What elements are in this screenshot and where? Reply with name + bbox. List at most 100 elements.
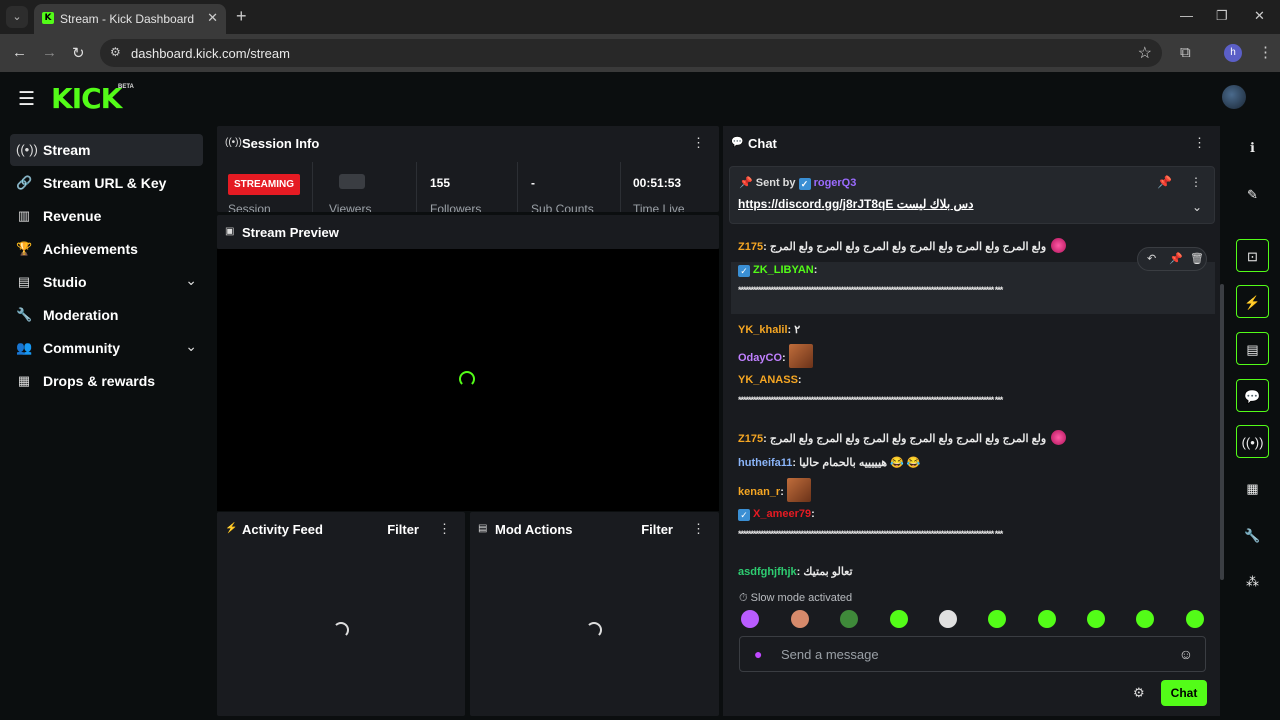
community-icon[interactable]: ⁂: [1236, 565, 1269, 598]
emote-icon[interactable]: [741, 610, 759, 628]
profile-avatar[interactable]: h: [1224, 44, 1242, 62]
screen-capture-icon[interactable]: ⊡: [1236, 239, 1269, 272]
studio-icon: ▤: [17, 274, 31, 289]
reply-icon[interactable]: ↶: [1147, 252, 1156, 265]
filter-button[interactable]: Filter: [387, 522, 419, 537]
microphone-icon[interactable]: ●: [754, 646, 762, 662]
hamburger-menu-icon[interactable]: ☰: [18, 88, 35, 111]
sidebar-item-drops-rewards[interactable]: ▦ Drops & rewards: [10, 365, 203, 397]
kick-logo[interactable]: KICK: [51, 82, 122, 115]
chat-message[interactable]: ✓ ZK_LIBYAN: ****************************…: [731, 262, 1215, 314]
pin-icon[interactable]: 📌: [1157, 175, 1172, 189]
more-options-icon[interactable]: ⋮: [692, 135, 705, 151]
document-icon[interactable]: ▤: [1236, 332, 1269, 365]
slow-mode-notice: ⏱ Slow mode activated: [739, 592, 853, 604]
chat-username[interactable]: X_ameer79: [753, 508, 811, 520]
chat-message[interactable]: kenan_r:: [738, 478, 1208, 502]
sidebar-item-community[interactable]: 👥 Community ⌄: [10, 332, 203, 364]
delete-icon[interactable]: 🗑: [1190, 252, 1204, 265]
stat-value: -: [531, 176, 535, 190]
new-tab-button[interactable]: +: [236, 6, 247, 27]
tab-search-button[interactable]: ⌄: [6, 6, 28, 28]
emote-icon[interactable]: [1136, 610, 1154, 628]
browser-tab[interactable]: K Stream - Kick Dashboard ✕: [34, 4, 226, 34]
filter-button[interactable]: Filter: [641, 522, 673, 537]
maximize-button[interactable]: ❐: [1216, 8, 1228, 24]
chart-icon: ▥: [17, 208, 31, 223]
emote-icon[interactable]: [1186, 610, 1204, 628]
more-options-icon[interactable]: ⋮: [1190, 175, 1202, 189]
forward-button[interactable]: →: [42, 44, 57, 61]
sidebar-item-stream[interactable]: ((•)) Stream: [10, 134, 203, 166]
chat-username[interactable]: ZK_LIBYAN: [753, 264, 814, 276]
chat-bubble-icon[interactable]: 💬: [1236, 379, 1269, 412]
chat-username[interactable]: asdfghjfhjk: [738, 566, 797, 578]
trophy-icon: 🏆: [16, 241, 33, 256]
browser-menu-icon[interactable]: ⋮: [1258, 43, 1273, 61]
sidebar-item-studio[interactable]: ▤ Studio ⌄: [10, 266, 203, 298]
sidebar-item-moderation[interactable]: 🔧 Moderation: [10, 299, 203, 331]
chat-username[interactable]: YK_khalil: [738, 324, 788, 336]
sidebar-item-revenue[interactable]: ▥ Revenue: [10, 200, 203, 232]
broadcast-icon[interactable]: ((•)): [1236, 425, 1269, 458]
edit-icon[interactable]: ✎: [1236, 178, 1269, 211]
more-options-icon[interactable]: ⋮: [692, 521, 705, 537]
chat-message[interactable]: YK_khalil: ٢: [738, 322, 1208, 338]
sidebar-item-label: Revenue: [43, 208, 102, 224]
pinned-link[interactable]: https://discord.gg/j8rJT8qE دس بلاك ليست: [738, 197, 974, 211]
stream-preview-video[interactable]: [217, 249, 719, 511]
pinned-username[interactable]: rogerQ3: [814, 177, 857, 189]
chat-text: ****************************************…: [738, 395, 1003, 405]
close-window-button[interactable]: ✕: [1254, 8, 1265, 24]
chat-message[interactable]: hutheifa11: هيييييه بالحمام حاليا 😂 😂: [738, 455, 1208, 471]
chat-settings-icon[interactable]: ⚙: [1133, 685, 1145, 701]
sidebar-item-label: Community: [43, 340, 120, 356]
chat-message[interactable]: ✓ X_ameer79: ****************************…: [738, 506, 1208, 542]
chevron-down-icon[interactable]: ⌄: [1192, 200, 1202, 214]
address-bar[interactable]: ⚙ dashboard.kick.com/stream ☆: [100, 39, 1162, 67]
sidebar-item-achievements[interactable]: 🏆 Achievements: [10, 233, 203, 265]
chat-username[interactable]: Z175: [738, 433, 763, 445]
sidebar-item-stream-url-key[interactable]: 🔗 Stream URL & Key: [10, 167, 203, 199]
user-avatar[interactable]: [1222, 85, 1246, 109]
chat-text: تعالو بمتيك: [803, 566, 853, 578]
info-icon[interactable]: ℹ: [1236, 131, 1269, 164]
chat-message[interactable]: asdfghjfhjk: تعالو بمتيك: [738, 564, 1208, 580]
chat-username[interactable]: Z175: [738, 241, 763, 253]
emote-icon[interactable]: [1038, 610, 1056, 628]
emote-icon[interactable]: [840, 610, 858, 628]
emote-icon[interactable]: [1087, 610, 1105, 628]
chat-message[interactable]: YK_ANASS: ******************************…: [738, 372, 1208, 408]
bolt-icon[interactable]: ⚡: [1236, 285, 1269, 318]
chat-username[interactable]: hutheifa11: [738, 457, 792, 469]
beta-label: BETA: [118, 84, 134, 90]
emote-icon[interactable]: [791, 610, 809, 628]
emoji-picker-icon[interactable]: ☺: [1179, 646, 1193, 662]
more-options-icon[interactable]: ⋮: [438, 521, 451, 537]
reload-button[interactable]: ↻: [72, 44, 85, 62]
layout-icon[interactable]: ▦: [1236, 472, 1269, 505]
chat-username[interactable]: YK_ANASS: [738, 374, 798, 386]
emote-icon[interactable]: [988, 610, 1006, 628]
chat-message[interactable]: Z175: ولع المرج ولع المرج ولع المرج ولع …: [738, 430, 1208, 447]
send-chat-button[interactable]: Chat: [1161, 680, 1207, 706]
chat-scrollbar[interactable]: [1220, 284, 1224, 580]
more-options-icon[interactable]: ⋮: [1193, 135, 1206, 151]
site-info-icon[interactable]: ⚙: [110, 45, 121, 59]
pin-icon[interactable]: 📌: [1169, 252, 1183, 265]
chat-username[interactable]: OdayCO: [738, 352, 782, 364]
wrench-icon: 🔧: [16, 307, 33, 322]
emote-icon[interactable]: [939, 610, 957, 628]
minimize-button[interactable]: —: [1180, 8, 1193, 23]
chat-input[interactable]: ● Send a message ☺: [739, 636, 1206, 672]
back-button[interactable]: ←: [12, 44, 27, 61]
chat-message[interactable]: OdayCO:: [738, 344, 1208, 368]
chat-username[interactable]: kenan_r: [738, 486, 780, 498]
session-label: Session: [228, 202, 271, 212]
emote-icon[interactable]: [890, 610, 908, 628]
bookmark-star-icon[interactable]: ☆: [1138, 43, 1152, 63]
wrench-icon[interactable]: 🔧: [1236, 519, 1269, 552]
close-tab-icon[interactable]: ✕: [207, 10, 218, 26]
pinned-message[interactable]: 📌 Sent by ✓ rogerQ3 https://discord.gg/j8…: [729, 166, 1215, 224]
extensions-icon[interactable]: ⧉: [1180, 44, 1191, 61]
